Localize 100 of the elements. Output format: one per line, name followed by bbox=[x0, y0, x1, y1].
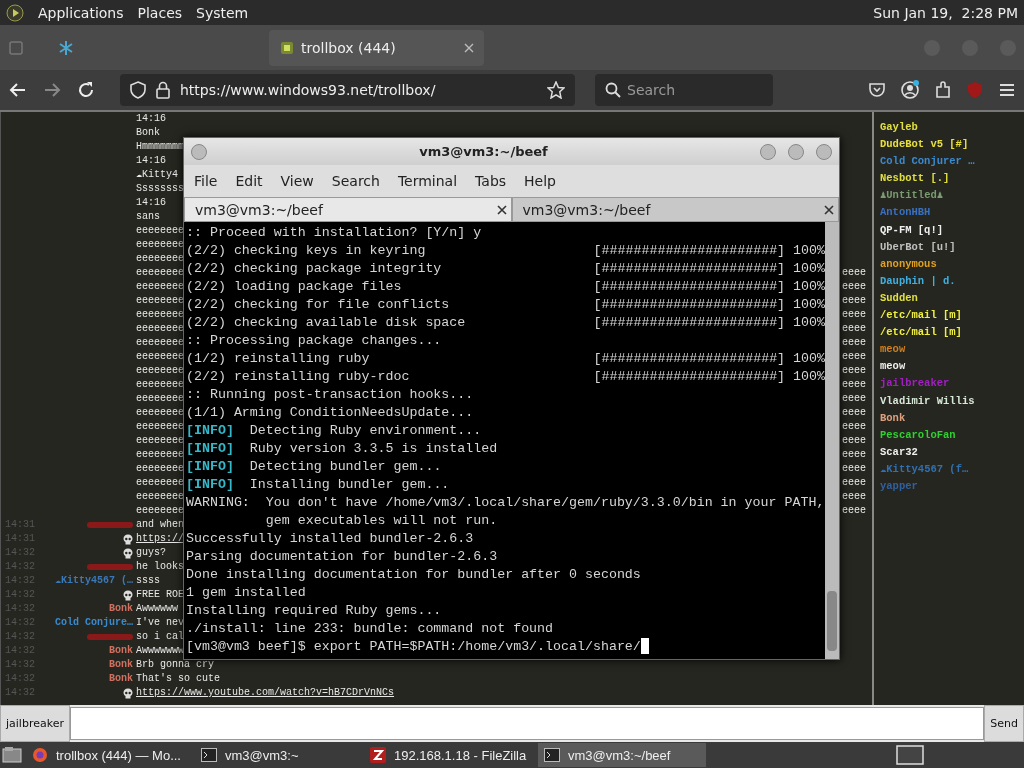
chat-text: eeeeeeee bbox=[136, 434, 184, 448]
chat-text: eeee bbox=[842, 504, 866, 518]
user-name[interactable]: ♟Untitled♟ bbox=[880, 187, 944, 205]
terminal-tab[interactable]: vm3@vm3:~/beef bbox=[511, 197, 839, 222]
chat-text: I've nev bbox=[136, 616, 184, 630]
user-name[interactable]: Gayleb bbox=[880, 119, 918, 137]
reload-icon[interactable] bbox=[76, 80, 96, 100]
menu-icon[interactable] bbox=[998, 81, 1016, 99]
menu-item[interactable]: File bbox=[194, 171, 218, 191]
user-name[interactable]: QP-FM [q!] bbox=[880, 221, 943, 239]
app-menu-icon[interactable] bbox=[6, 3, 24, 22]
skull-icon bbox=[123, 589, 133, 601]
user-name[interactable]: meow bbox=[880, 358, 906, 376]
user-name[interactable]: Dauphin | d. bbox=[880, 272, 956, 290]
user-name[interactable]: UberBot [u!] bbox=[880, 238, 956, 256]
skull-icon bbox=[123, 533, 133, 545]
terminal-line: (2/2) checking keys in keyring bbox=[186, 242, 426, 260]
chat-text: eeeeeeee bbox=[136, 364, 184, 378]
chat-text: eeee bbox=[842, 448, 866, 462]
panel-menu[interactable]: Places bbox=[137, 2, 183, 23]
chat-text: sans bbox=[136, 210, 160, 224]
chat-link[interactable]: https://www.youtube.com/watch?v=hB7CDrVnNCs bbox=[136, 686, 395, 700]
user-name[interactable]: Bonk bbox=[109, 602, 133, 616]
chat-text: eeeeeeee bbox=[136, 294, 184, 308]
user-name[interactable]: Bonk bbox=[880, 409, 906, 427]
terminal-line: :: Processing package changes... bbox=[186, 332, 442, 350]
chat-text: guys? bbox=[136, 546, 166, 560]
user-name[interactable]: Sudden bbox=[880, 289, 918, 308]
clock[interactable]: Sun Jan 19, 2:28 PM bbox=[873, 4, 1018, 21]
user-name[interactable]: Cold Conjurer … bbox=[880, 153, 975, 171]
menu-item[interactable]: Terminal bbox=[397, 171, 458, 191]
user-name[interactable]: Bonk bbox=[109, 658, 133, 672]
user-name[interactable]: anonymous bbox=[880, 255, 937, 273]
scrollbar[interactable] bbox=[825, 222, 839, 659]
message-input[interactable] bbox=[69, 707, 985, 740]
chat-text: and when bbox=[136, 518, 184, 532]
star-icon[interactable] bbox=[547, 81, 565, 99]
menu-item[interactable]: Help bbox=[524, 171, 556, 191]
chat-text: eeee bbox=[842, 336, 866, 350]
chat-text: Bonk bbox=[136, 126, 160, 140]
chat-text: eeeeeeee bbox=[136, 252, 184, 266]
search-field[interactable]: Search bbox=[595, 74, 773, 106]
show-desktop-icon[interactable] bbox=[2, 746, 22, 764]
chat-link[interactable]: https:// bbox=[136, 532, 184, 546]
chat-text: eeeeeeee bbox=[136, 322, 184, 336]
chat-text: ssss bbox=[136, 574, 160, 588]
blurred-name-drawing bbox=[87, 563, 133, 571]
percent-text: 100% bbox=[793, 260, 825, 278]
chat-text: eeeeeeee bbox=[136, 266, 184, 280]
panel-menu[interactable]: Applications bbox=[38, 2, 124, 23]
menu-item[interactable]: View bbox=[280, 171, 314, 191]
user-name[interactable]: Scar32 bbox=[880, 443, 918, 461]
panel-menu[interactable]: System bbox=[196, 2, 249, 23]
user-name[interactable]: /etc/mail [m] bbox=[880, 324, 962, 342]
terminal-line: (2/2) loading package files bbox=[186, 278, 402, 296]
taskbar-item[interactable]: trollbox (444) — Mo... bbox=[26, 743, 191, 767]
menu-item[interactable]: Tabs bbox=[475, 171, 507, 191]
progress-text: [######################] bbox=[593, 260, 786, 278]
window-menu-icon[interactable] bbox=[190, 142, 208, 161]
taskbar-item[interactable]: 192.168.1.18 - FileZilla bbox=[364, 743, 534, 767]
browser-tab[interactable]: trollbox (444) bbox=[269, 29, 484, 66]
chat-text: eeeeeeee bbox=[136, 406, 184, 420]
workspace-icon[interactable] bbox=[896, 745, 924, 765]
terminal-line: Detecting Ruby environment... bbox=[249, 422, 482, 440]
user-name[interactable]: Bonk bbox=[109, 644, 133, 658]
chat-text: eeee bbox=[842, 434, 866, 448]
chat-text: eeeeeeee bbox=[136, 308, 184, 322]
chat-text: eeee bbox=[842, 364, 866, 378]
close-icon[interactable] bbox=[824, 204, 834, 215]
chat-text: eeeeeeee bbox=[136, 336, 184, 350]
user-name[interactable]: Vladimir Willis bbox=[880, 392, 975, 410]
user-name[interactable]: DudeBot v5 [#] bbox=[880, 136, 969, 154]
chat-text: eeeeeeee bbox=[136, 420, 184, 434]
chat-text: eeee bbox=[842, 350, 866, 364]
pocket-icon[interactable] bbox=[868, 81, 886, 99]
menu-item[interactable]: Search bbox=[331, 171, 380, 191]
terminal-line: (2/2) checking for file conflicts bbox=[186, 296, 450, 314]
user-name[interactable]: Cold Conjure… bbox=[55, 616, 133, 630]
nickname-button[interactable]: jailbreaker bbox=[0, 705, 70, 742]
terminal-tab[interactable]: vm3@vm3:~/beef bbox=[184, 197, 512, 222]
user-name[interactable]: /etc/mail [m] bbox=[880, 307, 962, 325]
address-bar[interactable]: https://www.windows93.net/trollbox/ bbox=[120, 74, 575, 106]
chat-text: eeee bbox=[842, 462, 866, 476]
taskbar-item[interactable]: vm3@vm3:~ bbox=[195, 743, 360, 767]
puzzle-icon[interactable] bbox=[934, 81, 952, 99]
chat-text: 14:16 bbox=[136, 154, 166, 168]
menu-item[interactable]: Edit bbox=[235, 171, 263, 191]
close-icon[interactable] bbox=[496, 204, 507, 215]
account-icon[interactable] bbox=[900, 80, 920, 100]
chat-text: eeeeeeee bbox=[136, 490, 184, 504]
percent-text: 100% bbox=[793, 368, 825, 386]
terminal-icon bbox=[201, 748, 217, 762]
user-name[interactable]: Nesbott [.] bbox=[880, 170, 950, 188]
user-name[interactable]: PescaroloFan bbox=[880, 426, 956, 444]
user-name[interactable]: Bonk bbox=[109, 672, 133, 686]
send-button[interactable]: Send bbox=[984, 705, 1024, 742]
user-name[interactable]: meow bbox=[880, 341, 906, 359]
taskbar-item[interactable]: vm3@vm3:~/beef bbox=[538, 743, 706, 767]
chat-text: eeeeeeee bbox=[136, 504, 184, 518]
window-controls-drawing[interactable] bbox=[759, 142, 833, 161]
